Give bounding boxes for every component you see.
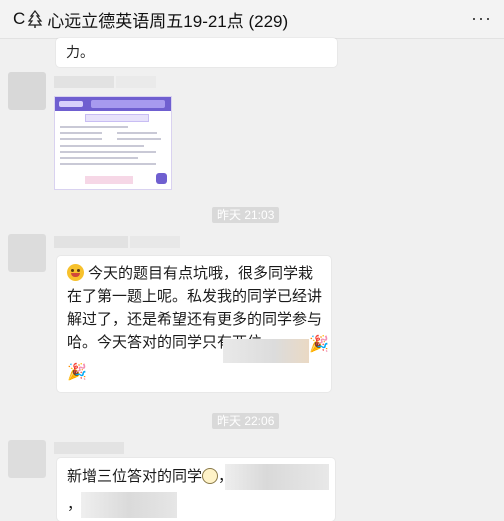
- chat-title[interactable]: C 心远立德英语周五19-21点 (229): [13, 7, 288, 32]
- worksheet-subtitle: [85, 114, 149, 122]
- tree-icon: [28, 10, 43, 28]
- worksheet-line: [60, 157, 138, 159]
- sender-name-blurred: [54, 236, 128, 248]
- title-text: 心远立德英语周五19-21点 (229): [47, 11, 289, 31]
- astonished-face-icon: [202, 468, 219, 484]
- avatar[interactable]: [8, 72, 46, 110]
- worksheet-line: [60, 132, 102, 134]
- sender-name-blurred: [54, 442, 124, 454]
- avatar[interactable]: [8, 440, 46, 478]
- redacted-names: [225, 464, 329, 490]
- party-popper-icon: 🎉: [309, 336, 329, 353]
- redacted-names: [81, 492, 177, 518]
- worksheet-line: [60, 126, 128, 128]
- worksheet-title: [91, 100, 165, 108]
- message-text-punct: ，: [67, 496, 83, 513]
- message-bubble[interactable]: 今天的题目有点坑哦，很多同学栽在了第一题上呢。私发我的同学已经讲解过了，还是希望…: [57, 256, 331, 392]
- more-options-button[interactable]: ···: [471, 8, 492, 29]
- worksheet-line: [60, 145, 144, 147]
- avatar[interactable]: [8, 234, 46, 272]
- worksheet-footer: [85, 176, 133, 184]
- worksheet-line: [117, 138, 161, 140]
- worksheet-corner-icon: [156, 173, 167, 184]
- worksheet-header: [55, 97, 171, 111]
- title-prefix: C: [13, 9, 26, 28]
- image-message[interactable]: [54, 96, 172, 190]
- worksheet-line: [60, 138, 102, 140]
- worksheet-line: [60, 151, 156, 153]
- squinting-tongue-face-icon: [67, 264, 84, 281]
- worksheet-line: [117, 132, 157, 134]
- party-popper-icon: 🎉: [67, 364, 87, 381]
- sender-name-blurred: [130, 236, 180, 248]
- timestamp: 昨天 21:03: [212, 207, 280, 223]
- worksheet-line: [60, 163, 156, 165]
- message-text: 新增三位答对的同学: [67, 468, 203, 485]
- chat-header: C 心远立德英语周五19-21点 (229) ···: [0, 0, 504, 39]
- worksheet-logo: [59, 101, 83, 107]
- redacted-names: [223, 339, 309, 363]
- message-bubble-previous[interactable]: 力。: [56, 38, 337, 67]
- sender-name-blurred: [116, 76, 156, 88]
- timestamp: 昨天 22:06: [212, 413, 280, 429]
- sender-name-blurred: [54, 76, 114, 88]
- message-text: 力。: [66, 44, 94, 60]
- message-bubble[interactable]: 新增三位答对的同学， ，: [57, 458, 335, 521]
- message-text-container: 新增三位答对的同学，: [67, 465, 233, 486]
